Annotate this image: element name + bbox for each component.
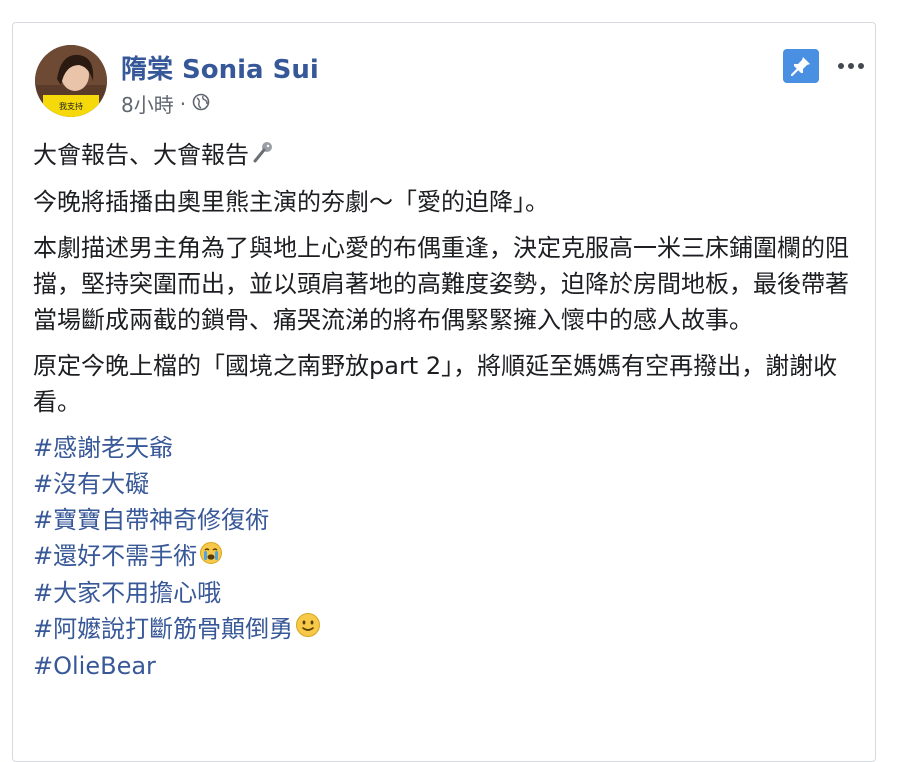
pin-icon (790, 57, 810, 77)
post-paragraph: 今晚將插播由奧里熊主演的夯劇～「愛的迫降」。 (33, 188, 549, 216)
hashtag-link[interactable]: #感謝老天爺 (33, 430, 863, 466)
post-body: 大會報告、大會報告 今晚將插播由奧里熊主演的夯劇～「愛的迫降」。 本劇描述男主角… (33, 137, 863, 684)
avatar[interactable]: 我支持 (35, 45, 107, 117)
post-meta: 8小時 · (121, 89, 210, 118)
post-card: 我支持 隋棠 Sonia Sui 8小時 · 大會報告、大會報告 今晚將插播由奧… (12, 22, 876, 762)
paragraph-text: 大會報告、大會報告 (33, 141, 249, 169)
more-options-button[interactable] (833, 49, 869, 83)
hashtag-link[interactable]: #寶寶自帶神奇修復術 (33, 502, 863, 538)
more-options-icon (838, 63, 864, 69)
post-paragraph: 大會報告、大會報告 (33, 137, 863, 174)
pin-button[interactable] (783, 49, 819, 83)
hashtag-link[interactable]: #阿嬤說打斷筋骨顛倒勇 (33, 615, 293, 643)
hashtag-link[interactable]: #大家不用擔心哦 (33, 575, 863, 611)
globe-icon[interactable] (192, 92, 210, 116)
hashtag-list: #感謝老天爺 #沒有大礙 #寶寶自帶神奇修復術 #還好不需手術 #大家不用擔心哦 (33, 430, 863, 684)
post-time[interactable]: 8小時 (121, 89, 174, 118)
author-name[interactable]: 隋棠 Sonia Sui (121, 49, 319, 86)
microphone-emoji (251, 138, 275, 174)
hashtag-item: #還好不需手術 (33, 538, 863, 575)
slightly-smiling-face-emoji (295, 612, 321, 648)
hashtag-link[interactable]: #OlieBear (33, 648, 863, 684)
meta-separator: · (179, 91, 187, 116)
avatar-caption: 我支持 (59, 101, 83, 111)
post-paragraph: 原定今晚上檔的「國境之南野放part 2」，將順延至媽媽有空再撥出，謝謝收看。 (33, 352, 838, 416)
post-paragraph: 本劇描述男主角為了與地上心愛的布偶重逢，決定克服高一米三床鋪圍欄的阻擋，堅持突圍… (33, 234, 849, 334)
hashtag-item: #阿嬤說打斷筋骨顛倒勇 (33, 611, 863, 648)
hashtag-link[interactable]: #沒有大礙 (33, 466, 863, 502)
crying-face-emoji (199, 539, 223, 575)
hashtag-link[interactable]: #還好不需手術 (33, 542, 197, 570)
avatar-image: 我支持 (35, 45, 107, 117)
